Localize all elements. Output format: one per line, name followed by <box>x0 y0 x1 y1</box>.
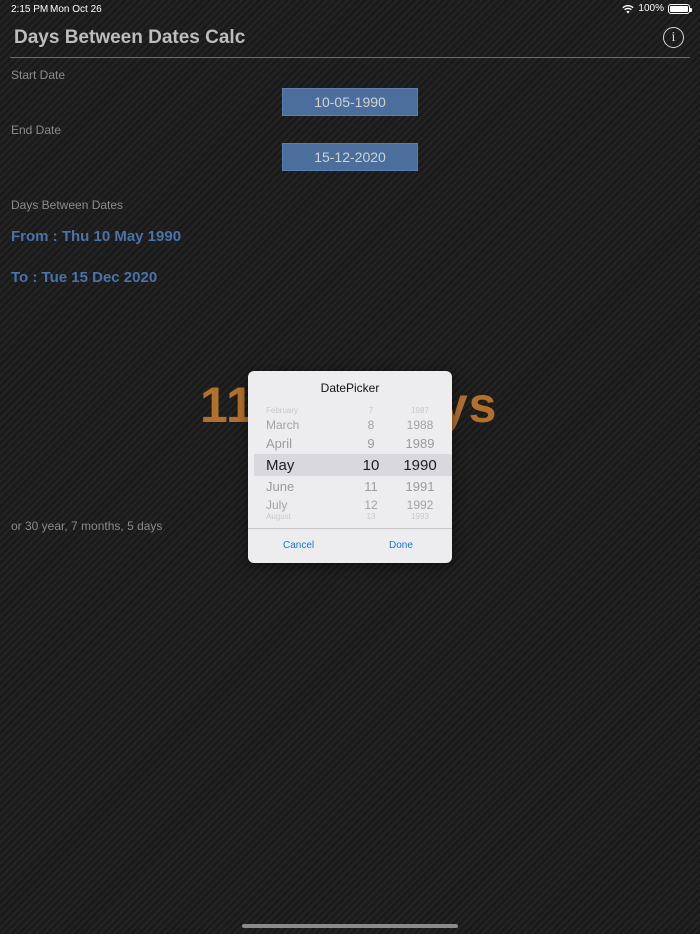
month-option[interactable]: July <box>266 499 336 511</box>
month-selected[interactable]: May <box>266 458 336 473</box>
month-option[interactable]: August <box>266 513 336 521</box>
home-indicator[interactable] <box>242 924 458 928</box>
day-option[interactable]: 13 <box>352 513 390 521</box>
status-time: 2:15 PM <box>11 4 49 15</box>
day-option[interactable]: 12 <box>352 499 390 511</box>
month-option[interactable]: April <box>266 437 336 450</box>
day-option[interactable]: 7 <box>352 407 390 415</box>
status-bar: 2:15 PM Mon Oct 26 100% <box>0 0 700 18</box>
month-option[interactable]: February <box>266 407 336 415</box>
done-button[interactable]: Done <box>389 540 413 551</box>
page-title: Days Between Dates Calc <box>14 27 246 48</box>
battery-percent: 100% <box>638 3 664 14</box>
status-right: 100% <box>622 3 692 14</box>
picker-divider <box>248 528 452 529</box>
year-option[interactable]: 1989 <box>394 437 446 450</box>
picker-title: DatePicker <box>320 381 380 395</box>
start-date-label: Start Date <box>11 68 66 82</box>
day-option[interactable]: 11 <box>352 480 390 493</box>
date-picker-dialog: DatePicker February March April May June… <box>248 371 452 563</box>
year-option[interactable]: 1988 <box>394 419 446 431</box>
wifi-icon <box>622 4 635 13</box>
battery-icon <box>668 3 692 14</box>
duration-breakdown: or 30 year, 7 months, 5 days <box>11 519 163 533</box>
month-option[interactable]: March <box>266 419 336 431</box>
days-between-label: Days Between Dates <box>11 198 124 212</box>
info-icon[interactable]: i <box>663 27 684 48</box>
year-option[interactable]: 1992 <box>394 499 446 511</box>
year-option[interactable]: 1993 <box>394 513 446 521</box>
start-date-button[interactable]: 10-05-1990 <box>282 88 418 116</box>
header-divider <box>10 57 690 58</box>
day-option[interactable]: 9 <box>352 437 390 450</box>
from-date-text: From : Thu 10 May 1990 <box>11 228 182 245</box>
days-result-left: 11 <box>200 377 255 433</box>
day-option[interactable]: 8 <box>352 419 390 431</box>
day-selected[interactable]: 10 <box>352 458 390 473</box>
month-option[interactable]: June <box>266 480 336 493</box>
date-wheel[interactable]: February March April May June July Augus… <box>248 403 452 527</box>
year-option[interactable]: 1987 <box>394 407 446 415</box>
cancel-button[interactable]: Cancel <box>283 540 314 551</box>
year-selected[interactable]: 1990 <box>394 458 446 473</box>
to-date-text: To : Tue 15 Dec 2020 <box>11 269 158 286</box>
end-date-label: End Date <box>11 123 62 137</box>
status-date: Mon Oct 26 <box>50 4 102 15</box>
end-date-button[interactable]: 15-12-2020 <box>282 143 418 171</box>
year-option[interactable]: 1991 <box>394 480 446 493</box>
